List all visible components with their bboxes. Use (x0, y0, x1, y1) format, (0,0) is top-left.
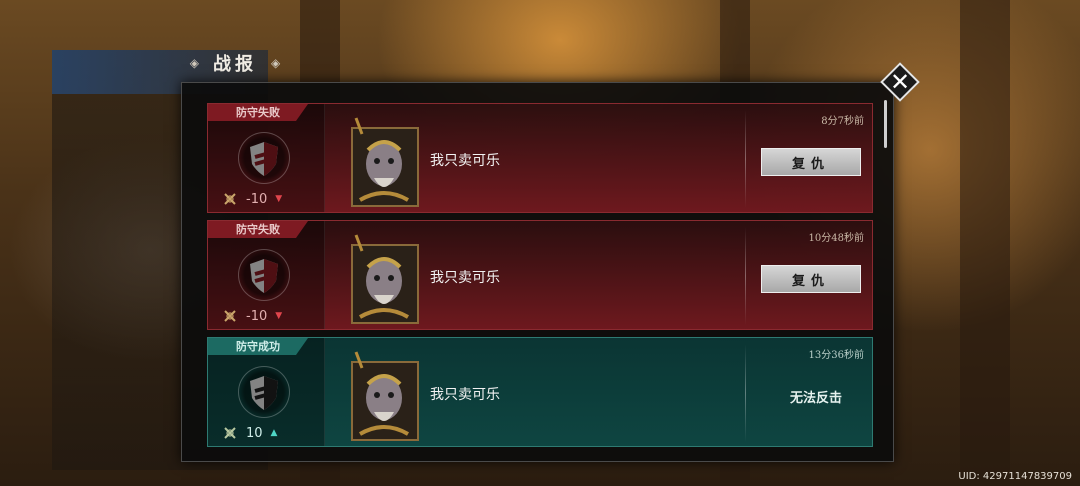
score-row: -10 ▼ (222, 307, 322, 325)
timestamp: 10分48秒前 (808, 233, 864, 244)
result-column: 防守成功 10 ▲ (208, 338, 325, 446)
result-tag: 防守失败 (208, 104, 308, 121)
arrow-down-icon: ▼ (275, 194, 283, 204)
divider (745, 110, 746, 208)
timestamp: 8分7秒前 (821, 116, 864, 127)
player-name[interactable]: 我只卖可乐 (430, 150, 500, 170)
title-bar: ◈ 战报 ◈ (180, 50, 290, 76)
revenge-button[interactable]: 复仇 (761, 148, 861, 176)
shield-ring (238, 249, 290, 301)
score-change: -10 (246, 308, 268, 324)
report-card: 防守失败 -10 ▼ 我只卖可乐 8分7秒前 复仇 (207, 103, 873, 213)
timestamp: 13分36秒前 (808, 350, 864, 361)
player-avatar[interactable] (346, 116, 422, 210)
report-card: 防守失败 -10 ▼ 我只卖可乐 10分48秒前 复仇 (207, 220, 873, 330)
report-card: 防守成功 10 ▲ 我只卖可乐 13分36秒前 无法反击 (207, 337, 873, 447)
shield-icon (238, 249, 290, 301)
shield-ring (238, 132, 290, 184)
uid-label: UID: 42971147839709 (958, 471, 1072, 482)
result-column: 防守失败 -10 ▼ (208, 104, 325, 212)
close-button[interactable]: ✕ (880, 62, 920, 102)
ornament-right-icon: ◈ (271, 56, 281, 70)
page-title: 战报 (213, 54, 257, 75)
scrollbar[interactable] (884, 100, 887, 148)
score-row: -10 ▼ (222, 190, 322, 208)
result-tag: 防守成功 (208, 338, 308, 355)
shield-ring (238, 366, 290, 418)
divider (745, 227, 746, 325)
player-avatar[interactable] (346, 233, 422, 327)
crossed-swords-icon (222, 308, 238, 324)
close-icon: ✕ (889, 68, 911, 96)
no-counter-label: 无法反击 (789, 390, 842, 406)
player-avatar[interactable] (346, 350, 422, 444)
player-name[interactable]: 我只卖可乐 (430, 384, 500, 404)
ornament-left-icon: ◈ (189, 56, 199, 70)
score-change: -10 (246, 191, 268, 207)
crossed-swords-icon (222, 191, 238, 207)
crossed-swords-icon (222, 425, 238, 441)
score-row: 10 ▲ (222, 424, 322, 442)
revenge-button[interactable]: 复仇 (761, 265, 861, 293)
result-column: 防守失败 -10 ▼ (208, 221, 325, 329)
shield-icon (238, 366, 290, 418)
player-name[interactable]: 我只卖可乐 (430, 267, 500, 287)
divider (745, 344, 746, 442)
shield-icon (238, 132, 290, 184)
arrow-down-icon: ▼ (275, 311, 283, 321)
arrow-up-icon: ▲ (270, 428, 278, 438)
score-change: 10 (246, 425, 263, 441)
result-tag: 防守失败 (208, 221, 308, 238)
